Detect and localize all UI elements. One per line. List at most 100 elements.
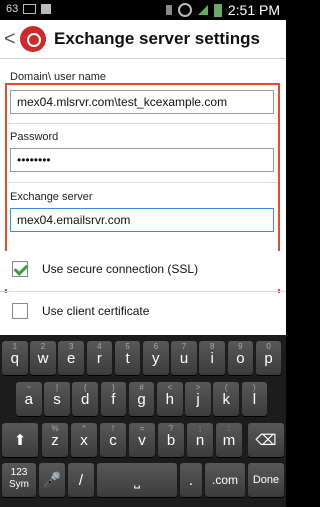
notification-icon: [41, 4, 52, 14]
microphone-icon: 🎤: [42, 472, 62, 489]
divider: [8, 123, 278, 124]
key-alt-label: :: [227, 424, 231, 433]
password-label: Password: [10, 131, 59, 143]
key-j[interactable]: > j: [185, 382, 211, 416]
key-p[interactable]: 0p: [255, 341, 282, 375]
space-key[interactable]: ⎵: [97, 463, 177, 497]
space-icon: ⎵: [133, 472, 140, 489]
action-bar: < Exchange server settings: [0, 20, 286, 59]
symbols-label-line2: Sym: [9, 479, 29, 490]
alarm-icon: [177, 3, 192, 17]
key-alt-label: 9: [238, 342, 243, 351]
key-alt-label: <: [167, 383, 173, 392]
key-alt-label: 5: [125, 342, 130, 351]
divider: [0, 291, 286, 292]
bluetooth-icon: [165, 5, 172, 15]
battery-icon: [213, 3, 222, 17]
notification-count: 63: [6, 3, 19, 15]
key-b[interactable]: ? b: [158, 423, 184, 457]
key-v[interactable]: = v: [129, 423, 155, 457]
key-alt-label: #: [139, 383, 144, 392]
key-alt-label: }: [112, 383, 115, 392]
domain-field[interactable]: mex04.mlsrvr.com\test_kcexample.com: [10, 90, 274, 114]
key-alt-label: (: [224, 383, 228, 392]
backspace-key[interactable]: ⌫: [248, 423, 284, 457]
key-u[interactable]: 7u: [171, 341, 197, 375]
key-y[interactable]: 6y: [143, 341, 169, 375]
ssl-checkbox[interactable]: [12, 261, 28, 277]
ssl-label: Use secure connection (SSL): [42, 262, 199, 276]
done-key[interactable]: Done: [248, 463, 284, 497]
key-h[interactable]: < h: [157, 382, 183, 416]
key-alt-label: >: [195, 383, 201, 392]
page-title: Exchange server settings: [54, 29, 260, 48]
symbols-key[interactable]: 123 Sym: [2, 463, 36, 497]
key-l[interactable]: ) l: [241, 382, 268, 416]
key-alt-label: 8: [209, 342, 215, 351]
key-alt-label: 3: [68, 342, 74, 351]
key-alt-label: 0: [266, 342, 271, 351]
email-icon: [23, 4, 37, 14]
period-key[interactable]: .: [180, 463, 202, 497]
slash-label: /: [78, 472, 84, 489]
key-e[interactable]: 3e: [58, 341, 84, 375]
client-cert-option[interactable]: Use client certificate: [0, 293, 286, 331]
key-f[interactable]: } f: [100, 382, 127, 416]
period-label: .: [188, 472, 194, 489]
back-icon[interactable]: <: [4, 29, 16, 49]
key-w[interactable]: 2w: [30, 341, 56, 375]
key-alt-label: ;: [198, 424, 202, 433]
key-alt-label: 6: [153, 342, 159, 351]
key-t[interactable]: 5t: [114, 341, 141, 375]
key-alt-label: =: [139, 424, 145, 433]
key-alt-label: {: [83, 383, 87, 392]
key-x[interactable]: ^ x: [71, 423, 97, 457]
client-cert-checkbox[interactable]: [12, 303, 28, 319]
dotcom-label: .com: [211, 473, 238, 487]
key-q[interactable]: 1q: [2, 341, 28, 375]
keyboard: 1q2w3e4r5t6y7u8i9o0p ~ a | s{d} f # g < h > j(k) l …: [0, 335, 286, 507]
password-field[interactable]: ••••••••: [10, 148, 274, 172]
divider: [8, 182, 278, 183]
key-c[interactable]: ! c: [100, 423, 126, 457]
server-label: Exchange server: [10, 191, 93, 203]
app-logo-icon[interactable]: [20, 26, 46, 52]
shift-key[interactable]: ⬆: [2, 423, 38, 457]
key-d[interactable]: {d: [72, 382, 98, 416]
key-alt-label: ?: [168, 424, 174, 433]
mic-key[interactable]: 🎤: [39, 463, 65, 497]
status-bar: 63 2:51 PM: [0, 0, 286, 20]
clock: 2:51 PM: [227, 2, 280, 18]
key-a[interactable]: ~ a: [16, 382, 42, 416]
client-cert-label: Use client certificate: [42, 304, 150, 318]
key-m[interactable]: :m: [216, 423, 242, 457]
ssl-option[interactable]: Use secure connection (SSL): [0, 251, 286, 289]
key-n[interactable]: ; n: [187, 423, 213, 457]
shift-icon: ⬆: [13, 432, 27, 449]
status-right: 2:51 PM: [165, 2, 280, 18]
symbols-label-line1: 123: [10, 467, 28, 478]
signal-icon: [197, 5, 208, 15]
key-alt-label: ^: [82, 424, 86, 433]
key-alt-label: ): [253, 383, 256, 392]
key-k[interactable]: (k: [213, 382, 239, 416]
backspace-icon: ⌫: [255, 432, 277, 449]
key-alt-label: 2: [40, 342, 46, 351]
key-alt-label: 7: [181, 342, 187, 351]
slash-key[interactable]: /: [68, 463, 94, 497]
key-alt-label: %: [51, 424, 59, 433]
key-z[interactable]: % z: [42, 423, 68, 457]
key-s[interactable]: | s: [44, 382, 70, 416]
key-i[interactable]: 8i: [199, 341, 225, 375]
key-o[interactable]: 9o: [227, 341, 254, 375]
done-label: Done: [252, 474, 280, 486]
key-g[interactable]: # g: [128, 382, 155, 416]
key-r[interactable]: 4r: [86, 341, 113, 375]
dotcom-key[interactable]: .com: [205, 463, 245, 497]
settings-form: Domain\ user name mex04.mlsrvr.com\test_…: [0, 59, 286, 337]
key-alt-label: ~: [26, 383, 32, 392]
status-left: 63: [6, 3, 52, 15]
key-alt-label: 4: [97, 342, 102, 351]
server-field[interactable]: mex04.emailsrvr.com: [10, 208, 274, 232]
key-alt-label: 1: [12, 342, 18, 351]
